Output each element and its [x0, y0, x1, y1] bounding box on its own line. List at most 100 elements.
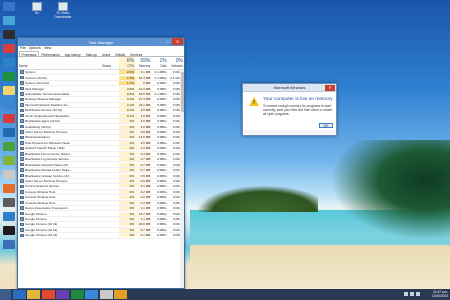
- tab-performance[interactable]: Performance: [39, 51, 62, 57]
- taskbar-app-button[interactable]: [41, 290, 55, 299]
- process-name: AudioDevg (32 bit): [24, 124, 51, 129]
- process-disk: 0 MB/s: [157, 211, 167, 216]
- process-icon: [20, 75, 24, 80]
- process-cpu: 1.1%: [118, 81, 136, 86]
- low-memory-dialog[interactable]: Microsoft Windows ✕ ! Your computer is l…: [242, 83, 337, 136]
- clock[interactable]: 11:47 a.m. 10/10/2014: [432, 290, 448, 298]
- process-memory: 62.5 MB: [135, 91, 152, 96]
- taskbar-app-button[interactable]: [12, 290, 26, 299]
- process-disk: 0 MB/s: [157, 195, 167, 200]
- taskbar-app-button[interactable]: [99, 290, 113, 299]
- desktop-shortcut-icon[interactable]: [3, 240, 15, 249]
- task-manager-window[interactable]: Task Manager – □ ✕ File Options View Pro…: [17, 37, 185, 289]
- minimize-button[interactable]: –: [156, 38, 164, 45]
- desktop-shortcut-icon[interactable]: [3, 2, 15, 11]
- taskbar-app-button[interactable]: [56, 290, 69, 299]
- process-memory: 0 MB: [135, 81, 152, 86]
- desktop-shortcut-icon[interactable]: [3, 184, 15, 193]
- process-memory: 43.1 MB: [135, 102, 152, 107]
- ok-button[interactable]: OK: [319, 123, 333, 128]
- desktop-shortcut-icon[interactable]: [3, 142, 15, 151]
- desktop-shortcut-icon[interactable]: [3, 114, 15, 123]
- desktop-shortcut-icon[interactable]: [3, 44, 15, 53]
- process-icon: [20, 179, 24, 183]
- process-icon: [20, 124, 24, 129]
- start-button[interactable]: [0, 289, 11, 300]
- wallpaper-palm: [330, 140, 450, 240]
- desktop-icon[interactable]: Ec: [26, 2, 48, 19]
- column-status[interactable]: Status: [101, 57, 119, 69]
- taskbar-app-button[interactable]: [27, 290, 40, 299]
- desktop-shortcut-icon[interactable]: [3, 30, 15, 39]
- column-cpu[interactable]: 6% CPU: [118, 57, 136, 69]
- desktop-shortcut-icon[interactable]: [3, 16, 15, 25]
- tab-details[interactable]: Details: [113, 51, 128, 57]
- process-name: Adobe® Flash® Player Utility: [24, 146, 65, 151]
- desktop-shortcut-icon[interactable]: [3, 72, 15, 81]
- column-name[interactable]: Name: [18, 57, 101, 69]
- column-memory[interactable]: 59% Memory: [135, 57, 151, 69]
- table-row[interactable]: Google Chrome (32 bit) 0% 4.1 MB 0 MB/s 0 Mb…: [18, 233, 184, 239]
- file-icon: [32, 2, 42, 11]
- process-cpu: 0%: [118, 195, 136, 200]
- disk-label: Disk: [160, 64, 167, 68]
- process-name: Client Server Runtime Process: [24, 130, 68, 135]
- desktop-icon[interactable]: Ec Video Downloader: [52, 2, 74, 19]
- taskbar-app-button[interactable]: [70, 290, 84, 299]
- process-disk: 0.1 MB/s: [154, 91, 167, 96]
- process-icon: [20, 86, 24, 91]
- tab-start-up[interactable]: Start-up: [83, 51, 99, 57]
- taskbar-app-button[interactable]: [114, 290, 127, 299]
- desktop-shortcut-icon[interactable]: [3, 156, 15, 165]
- desktop-shortcut-icon[interactable]: [3, 198, 15, 207]
- process-name: BlueStacks Shared Folder Helpe...: [24, 168, 73, 173]
- process-name: BlueStacks Network Helper (32 ...: [24, 162, 72, 167]
- dialog-body: ! Your computer is low on memory To rest…: [243, 92, 336, 130]
- tab-app-history[interactable]: App history: [62, 51, 83, 57]
- tray-icon[interactable]: [404, 292, 408, 296]
- process-name: Console Window Host: [24, 189, 56, 194]
- process-name: Google Chrome (32 bit): [24, 233, 58, 238]
- dialog-close-button[interactable]: ✕: [325, 84, 335, 91]
- close-button[interactable]: ✕: [172, 38, 183, 45]
- process-disk: 0 MB/s: [157, 173, 167, 178]
- process-cpu: 0%: [118, 233, 136, 238]
- desktop-shortcut-icon[interactable]: [3, 100, 15, 109]
- process-icon: [20, 184, 24, 189]
- process-memory: 0.3 MB: [135, 200, 152, 205]
- memory-label: Memory: [138, 64, 151, 68]
- task-manager-titlebar[interactable]: Task Manager – □ ✕: [18, 38, 184, 46]
- scrollbar-thumb[interactable]: [180, 72, 184, 112]
- process-icon: [20, 195, 24, 200]
- dialog-titlebar[interactable]: Microsoft Windows ✕: [243, 84, 336, 92]
- column-disk[interactable]: 1% Disk: [151, 57, 167, 69]
- process-name: BlueStacks Home Device Helper...: [24, 151, 73, 156]
- desktop-shortcut-icon[interactable]: [3, 128, 15, 137]
- maximize-button[interactable]: □: [164, 38, 172, 45]
- column-network[interactable]: 0% Network: [168, 57, 184, 69]
- desktop-shortcut-icon[interactable]: [3, 170, 15, 179]
- tab-users[interactable]: Users: [99, 51, 112, 57]
- network-label: Network: [171, 64, 183, 68]
- tray-icon[interactable]: [410, 292, 414, 296]
- desktop-shortcut-icon[interactable]: [3, 86, 15, 95]
- process-cpu: 0%: [118, 135, 136, 140]
- process-name: System: [24, 70, 36, 75]
- process-memory: 13.1 MB: [135, 211, 152, 216]
- process-cpu: 0%: [118, 222, 136, 227]
- process-disk: 0 MB/s: [157, 222, 167, 227]
- desktop-shortcut-icon[interactable]: [3, 58, 15, 67]
- desktop-shortcut-icon[interactable]: [3, 212, 15, 221]
- wallpaper-island: [198, 186, 318, 212]
- scrollbar[interactable]: [180, 70, 184, 288]
- process-table-header: Name Status 6% CPU 59% Memory 1% Disk 0%…: [18, 57, 184, 70]
- process-cpu: 0%: [118, 189, 136, 194]
- dialog-heading: Your computer is low on memory: [263, 97, 333, 102]
- tab-processes[interactable]: Processes: [19, 51, 39, 57]
- process-memory: 4.1 MB: [135, 233, 152, 238]
- desktop-shortcut-icon[interactable]: [3, 226, 15, 235]
- tab-services[interactable]: Services: [128, 51, 145, 57]
- tray-icon[interactable]: [416, 292, 420, 296]
- process-disk: 0 MB/s: [157, 151, 167, 156]
- taskbar-app-button[interactable]: [85, 290, 98, 299]
